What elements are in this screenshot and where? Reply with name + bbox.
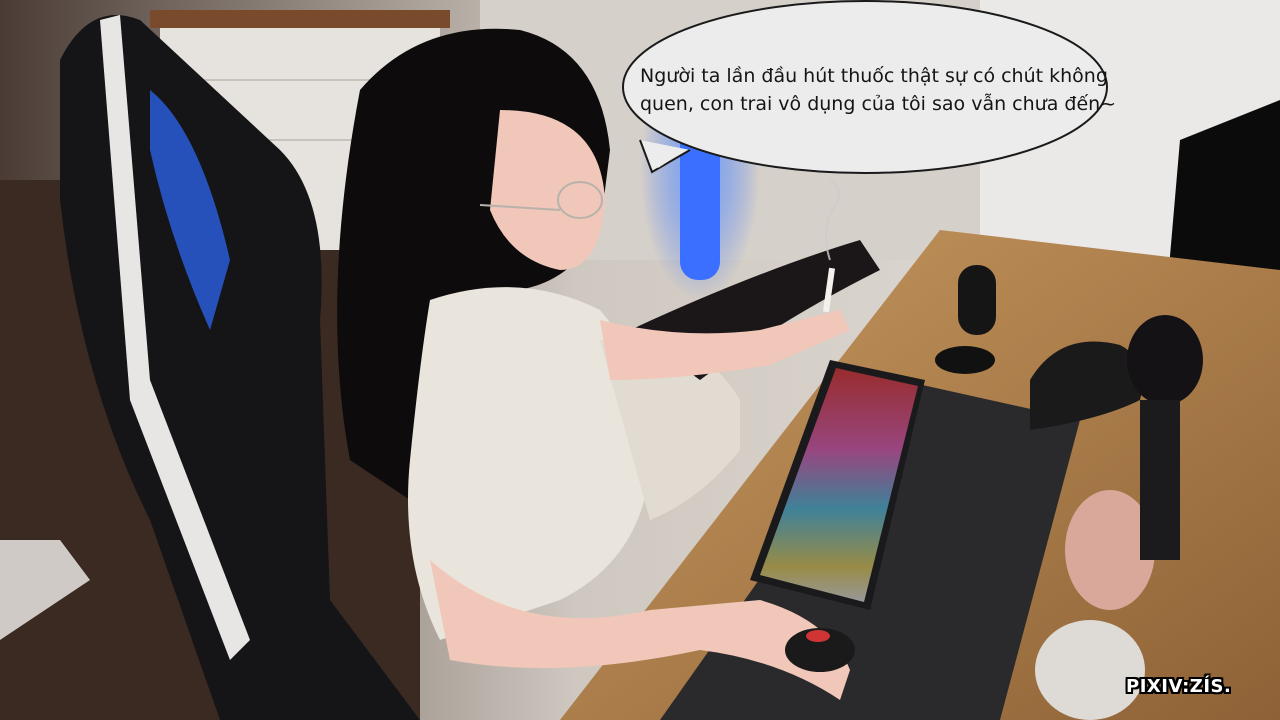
speech-line-1: Người ta lần đầu hút thuốc thật sự có ch… [640,65,1108,87]
mouse-red-light [806,630,830,642]
pixiv-watermark: PIXIV:ZÍS. [1126,676,1232,697]
speech-bubble-text: Người ta lần đầu hút thuốc thật sự có ch… [640,62,1117,118]
figurine-body [1140,400,1180,560]
microphone-stand [935,346,995,374]
figurine-hair [1127,315,1203,405]
illustration-scene: Người ta lần đầu hút thuốc thật sự có ch… [0,0,1280,720]
cabinet-top [150,10,450,28]
microphone [958,265,996,335]
cup [1035,620,1145,720]
speech-line-2: quen, con trai vô dụng của tôi sao vẫn c… [640,93,1117,115]
